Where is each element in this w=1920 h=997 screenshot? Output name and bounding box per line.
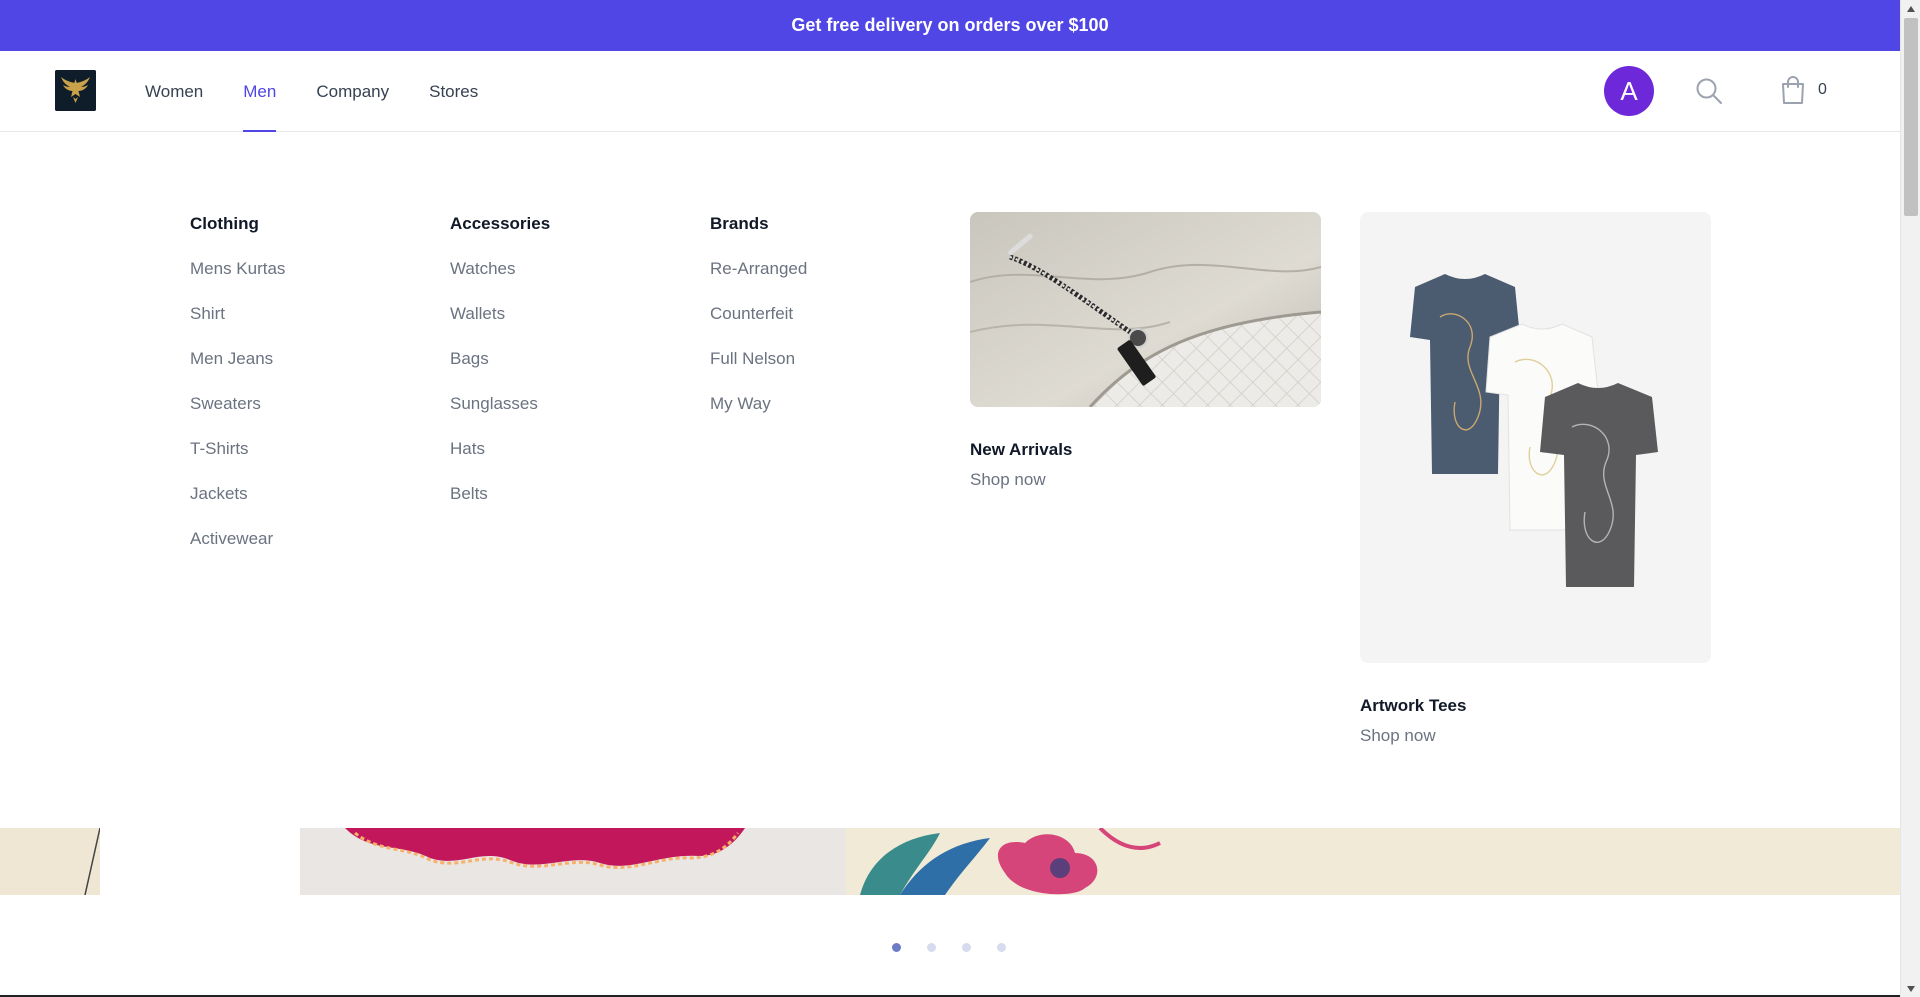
search-icon xyxy=(1696,78,1722,104)
shopping-bag-icon xyxy=(1782,76,1804,104)
menu-item[interactable]: Watches xyxy=(450,259,550,304)
menu-item[interactable]: T-Shirts xyxy=(190,439,285,484)
featured-artwork-tees[interactable]: Artwork Tees Shop now xyxy=(1360,212,1711,746)
menu-item[interactable]: Bags xyxy=(450,349,550,394)
menu-column-brands: Brands Re-Arranged Counterfeit Full Nels… xyxy=(710,214,807,439)
menu-item[interactable]: Sweaters xyxy=(190,394,285,439)
menu-item[interactable]: Re-Arranged xyxy=(710,259,807,304)
shop-now-link[interactable]: Shop now xyxy=(1360,726,1711,746)
menu-item[interactable]: Counterfeit xyxy=(710,304,807,349)
promo-text: Get free delivery on orders over $100 xyxy=(791,15,1109,35)
user-avatar[interactable]: A xyxy=(1604,66,1654,116)
nav-link-women[interactable]: Women xyxy=(145,51,203,132)
nav-link-company[interactable]: Company xyxy=(316,51,389,132)
carousel-dot[interactable] xyxy=(927,943,936,952)
men-mega-menu: Clothing Mens Kurtas Shirt Men Jeans Swe… xyxy=(0,132,1900,828)
new-arrivals-image[interactable] xyxy=(970,212,1321,407)
menu-item[interactable]: Wallets xyxy=(450,304,550,349)
shop-now-link[interactable]: Shop now xyxy=(970,470,1321,490)
scrollbar-thumb[interactable] xyxy=(1904,18,1918,216)
column-title: Clothing xyxy=(190,214,259,233)
cart-count: 0 xyxy=(1818,81,1827,98)
column-list: Re-Arranged Counterfeit Full Nelson My W… xyxy=(710,259,807,439)
main-nav: Women Men Company Stores xyxy=(145,51,478,132)
caret-up-icon xyxy=(1907,5,1915,12)
caret-down-icon xyxy=(1907,985,1915,992)
scroll-up-button[interactable] xyxy=(1901,0,1920,17)
carousel-dot[interactable] xyxy=(892,943,901,952)
menu-item[interactable]: Activewear xyxy=(190,529,285,574)
menu-item[interactable]: Hats xyxy=(450,439,550,484)
menu-column-accessories: Accessories Watches Wallets Bags Sunglas… xyxy=(450,214,550,529)
nav-link-men[interactable]: Men xyxy=(243,51,277,132)
eagle-logo-icon xyxy=(55,70,96,111)
carousel-dot[interactable] xyxy=(997,943,1006,952)
tshirts-image xyxy=(1410,274,1658,587)
column-title: Accessories xyxy=(450,214,551,233)
bag-drawstring-image xyxy=(970,212,1321,407)
promo-banner: Get free delivery on orders over $100 xyxy=(0,0,1900,51)
brand-logo[interactable] xyxy=(55,70,96,111)
menu-item[interactable]: Jackets xyxy=(190,484,285,529)
menu-item[interactable]: My Way xyxy=(710,394,807,439)
page: Get free delivery on orders over $100 Wo… xyxy=(0,0,1900,997)
column-title: Brands xyxy=(710,214,769,233)
top-navbar: Women Men Company Stores A 0 xyxy=(0,51,1900,132)
feature-title: New Arrivals xyxy=(970,440,1073,459)
avatar-initial: A xyxy=(1620,75,1638,106)
menu-item[interactable]: Sunglasses xyxy=(450,394,550,439)
menu-item[interactable]: Men Jeans xyxy=(190,349,285,394)
search-button[interactable] xyxy=(1694,76,1724,106)
carousel-dots xyxy=(892,943,1006,952)
feature-title: Artwork Tees xyxy=(1360,696,1467,715)
hero-banner-image xyxy=(0,828,1900,895)
artwork-tees-image[interactable] xyxy=(1360,212,1711,663)
carousel-dot[interactable] xyxy=(962,943,971,952)
featured-new-arrivals[interactable]: New Arrivals Shop now xyxy=(970,212,1321,490)
menu-item[interactable]: Shirt xyxy=(190,304,285,349)
menu-item[interactable]: Mens Kurtas xyxy=(190,259,285,304)
cart-button[interactable]: 0 xyxy=(1780,75,1827,105)
vertical-scrollbar[interactable] xyxy=(1900,0,1920,997)
menu-column-clothing: Clothing Mens Kurtas Shirt Men Jeans Swe… xyxy=(190,214,285,574)
column-list: Watches Wallets Bags Sunglasses Hats Bel… xyxy=(450,259,550,529)
menu-item[interactable]: Belts xyxy=(450,484,550,529)
scroll-down-button[interactable] xyxy=(1901,980,1920,997)
menu-item[interactable]: Full Nelson xyxy=(710,349,807,394)
hero-carousel-slide[interactable] xyxy=(0,828,1900,895)
nav-link-stores[interactable]: Stores xyxy=(429,51,478,132)
column-list: Mens Kurtas Shirt Men Jeans Sweaters T-S… xyxy=(190,259,285,574)
